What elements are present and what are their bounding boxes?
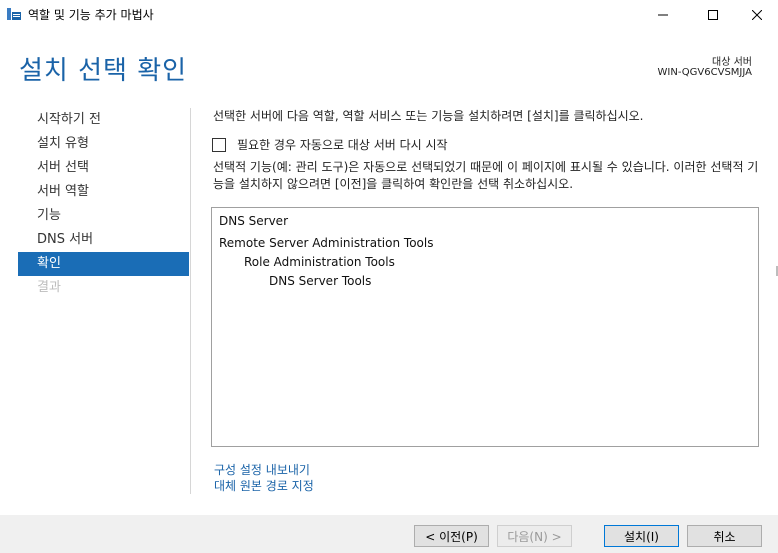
target-server-name: WIN-QGV6CVSMJJA [657,67,752,78]
alternate-source-link[interactable]: 대체 원본 경로 지정 [214,478,314,494]
close-icon [752,10,762,20]
nav-divider [190,108,191,494]
restart-checkbox-label: 필요한 경우 자동으로 대상 서버 다시 시작 [237,138,448,152]
nav-item-before-you-begin[interactable]: 시작하기 전 [18,108,189,132]
restart-option[interactable]: 필요한 경우 자동으로 대상 서버 다시 시작 [212,136,448,153]
nav-item-results: 결과 [37,280,61,295]
install-button[interactable]: 설치(I) [604,525,679,547]
features-list: DNS Server Remote Server Administration … [211,207,759,447]
cancel-button[interactable]: 취소 [687,525,762,547]
minimize-icon [658,14,668,16]
previous-button[interactable]: < 이전(P) [414,525,489,547]
export-config-link[interactable]: 구성 설정 내보내기 [214,462,314,478]
intro-text: 선택한 서버에 다음 역할, 역할 서비스 또는 기능을 설치하려면 [설치]를… [213,109,644,123]
maximize-button[interactable] [690,0,736,30]
nav-item-features[interactable]: 기능 [18,204,189,228]
minimize-button[interactable] [640,0,686,30]
nav-item-server-roles[interactable]: 서버 역할 [18,180,189,204]
page-title: 설치 선택 확인 [19,56,188,86]
window-title: 역할 및 기능 추가 마법사 [28,8,154,22]
list-item: Role Administration Tools [244,255,395,269]
list-item: DNS Server Tools [269,274,372,288]
title-bar: 역할 및 기능 추가 마법사 [0,0,778,30]
nav-item-dns-server[interactable]: DNS 서버 [18,228,189,252]
close-button[interactable] [734,0,778,30]
nav-item-confirmation[interactable]: 확인 [18,252,189,276]
nav-item-installation-type[interactable]: 설치 유형 [18,132,189,156]
server-manager-icon [7,8,21,20]
restart-checkbox[interactable] [212,137,226,152]
list-item: DNS Server [219,214,288,228]
wizard-nav: 시작하기 전 설치 유형 서버 선택 서버 역할 기능 DNS 서버 확인 결과 [18,108,189,300]
list-item: Remote Server Administration Tools [219,236,434,250]
nav-item-server-selection[interactable]: 서버 선택 [18,156,189,180]
links-section: 구성 설정 내보내기 대체 원본 경로 지정 [214,462,314,494]
optional-features-note: 선택적 기능(예: 관리 도구)은 자동으로 선택되었기 때문에 이 페이지에 … [213,160,759,191]
next-button: 다음(N) > [497,525,572,547]
maximize-icon [708,10,718,20]
target-server-label: 대상 서버 [712,57,752,68]
